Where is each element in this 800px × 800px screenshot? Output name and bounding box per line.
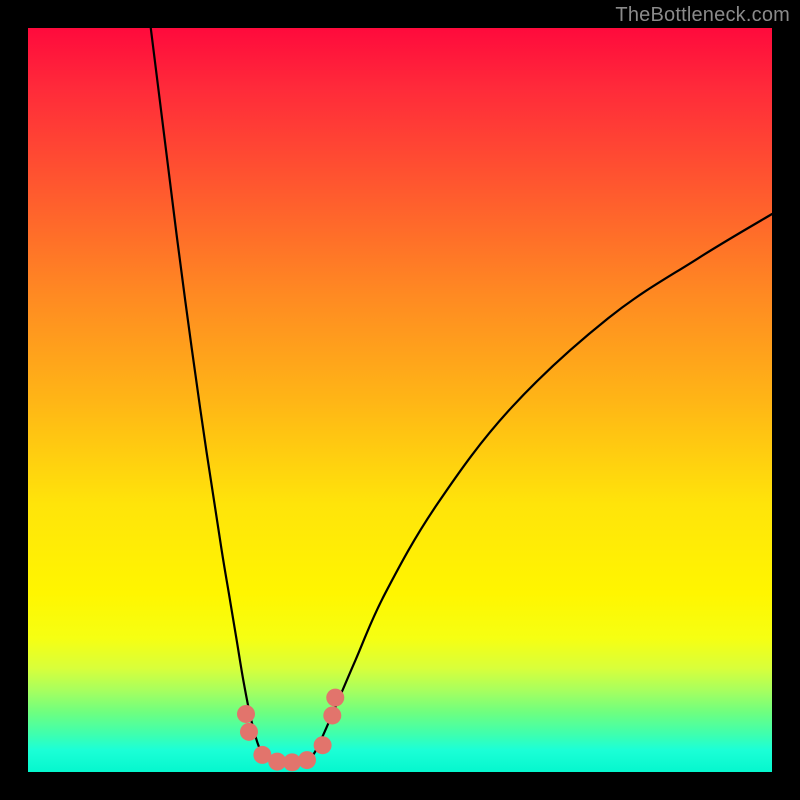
data-marker — [298, 751, 316, 769]
watermark-text: TheBottleneck.com — [615, 4, 790, 27]
marker-group — [237, 689, 344, 772]
data-marker — [237, 705, 255, 723]
data-marker — [240, 723, 258, 741]
data-marker — [326, 689, 344, 707]
chart-svg — [28, 28, 772, 772]
data-marker — [314, 736, 332, 754]
plot-area — [28, 28, 772, 772]
data-marker — [323, 706, 341, 724]
curve-right — [311, 214, 772, 759]
curve-left — [151, 28, 266, 759]
